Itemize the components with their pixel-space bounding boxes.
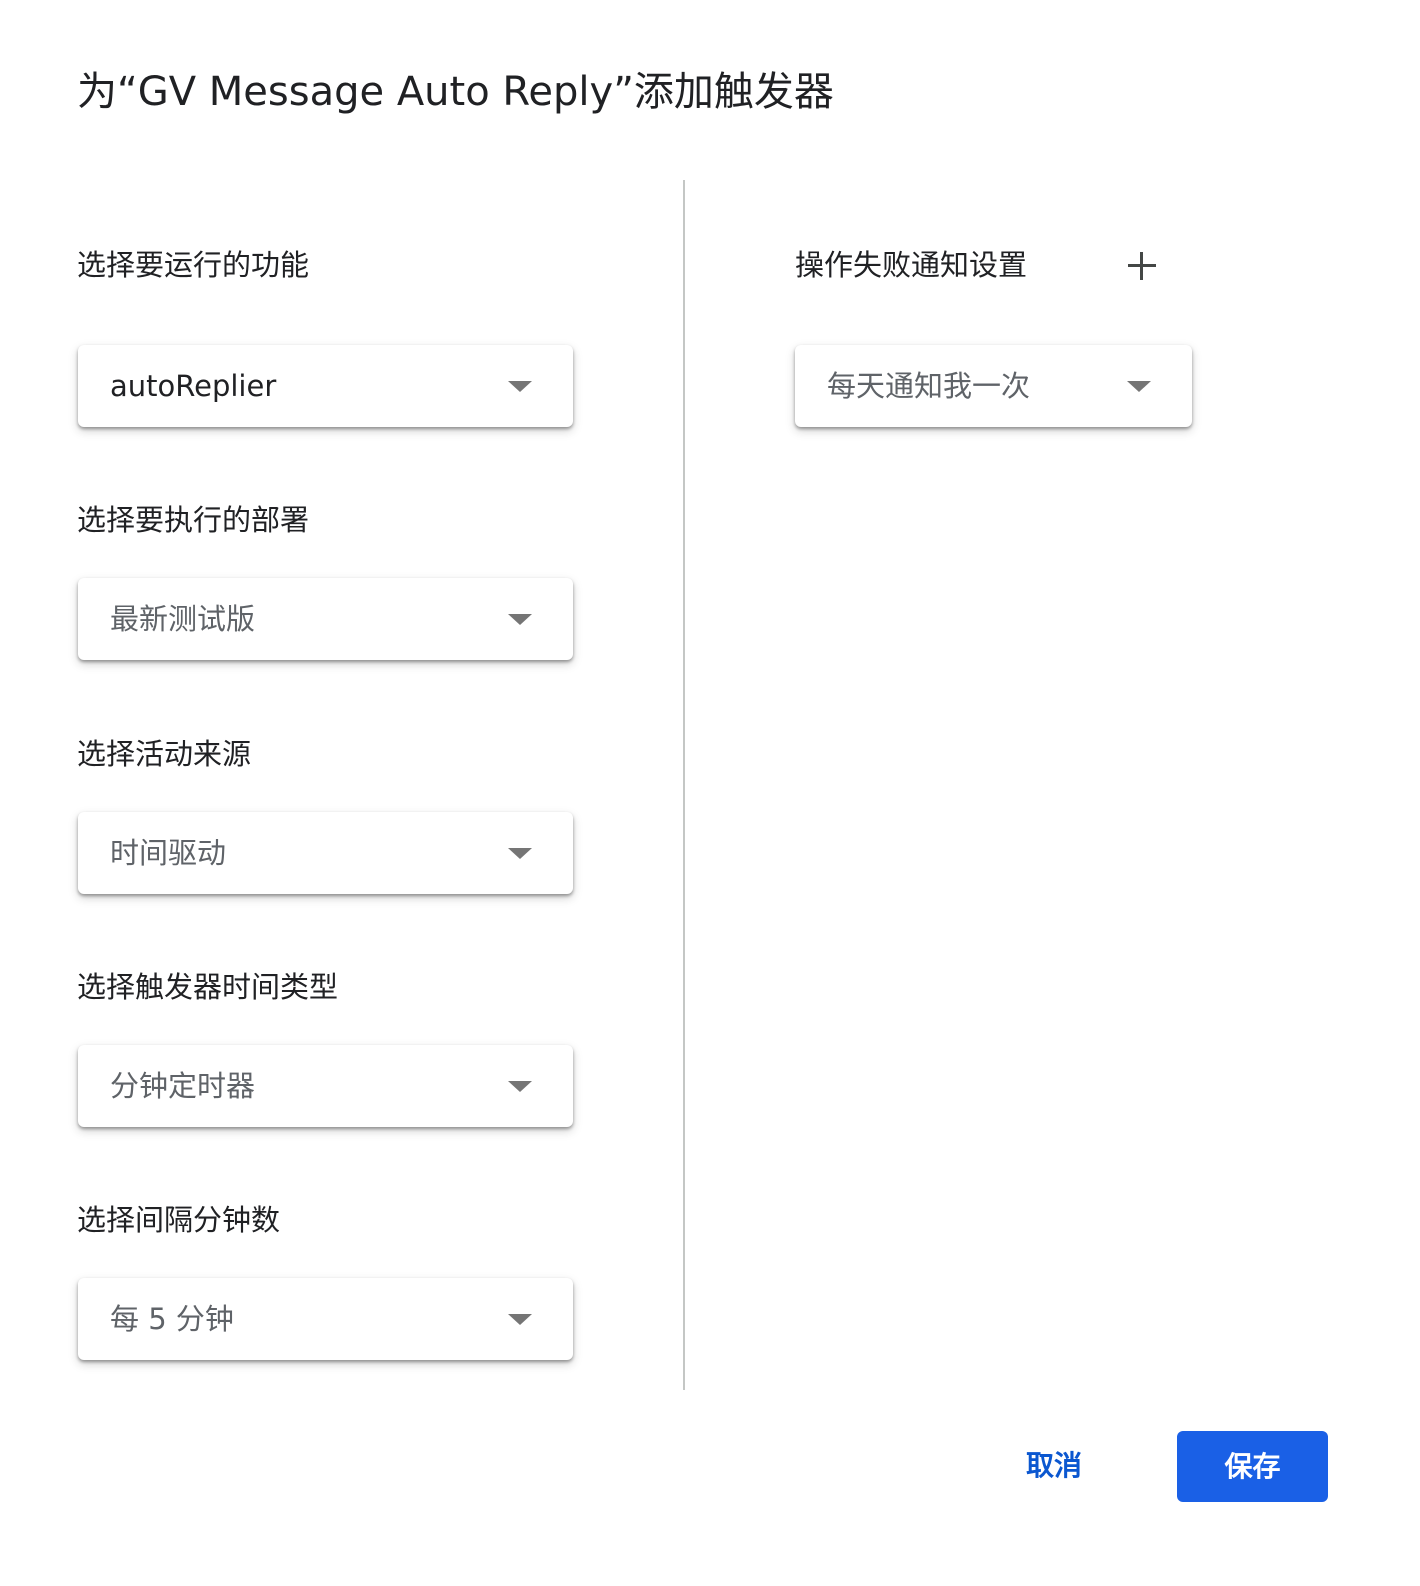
- dropdown-arrow-icon: [508, 614, 532, 625]
- cancel-button[interactable]: 取消: [1005, 1430, 1103, 1502]
- dropdown-arrow-icon: [508, 381, 532, 392]
- dropdown-arrow-icon: [508, 1314, 532, 1325]
- dialog-title: 为“GV Message Auto Reply”添加触发器: [77, 69, 834, 115]
- column-divider: [683, 180, 685, 1390]
- deployment-select-value: 最新测试版: [110, 602, 256, 636]
- event-source-select-value: 时间驱动: [110, 836, 227, 870]
- plus-icon[interactable]: [1124, 248, 1160, 284]
- deployment-select[interactable]: 最新测试版: [78, 578, 573, 660]
- dropdown-arrow-icon: [508, 848, 532, 859]
- failure-notification-select-value: 每天通知我一次: [827, 369, 1031, 403]
- save-button[interactable]: 保存: [1177, 1431, 1328, 1502]
- dropdown-arrow-icon: [1127, 381, 1151, 392]
- dropdown-arrow-icon: [508, 1081, 532, 1092]
- function-select-value: autoReplier: [110, 369, 277, 403]
- interval-label: 选择间隔分钟数: [77, 1203, 281, 1237]
- event-source-select[interactable]: 时间驱动: [78, 812, 573, 894]
- trigger-type-label: 选择触发器时间类型: [77, 970, 339, 1004]
- add-trigger-dialog: 为“GV Message Auto Reply”添加触发器 选择要运行的功能 a…: [0, 0, 1420, 1586]
- deployment-label: 选择要执行的部署: [77, 503, 310, 537]
- trigger-type-select-value: 分钟定时器: [110, 1069, 256, 1103]
- event-source-label: 选择活动来源: [77, 737, 252, 771]
- interval-select-value: 每 5 分钟: [110, 1302, 234, 1336]
- function-label: 选择要运行的功能: [77, 248, 310, 282]
- function-select[interactable]: autoReplier: [78, 345, 573, 427]
- failure-notification-select[interactable]: 每天通知我一次: [795, 345, 1192, 427]
- trigger-type-select[interactable]: 分钟定时器: [78, 1045, 573, 1127]
- interval-select[interactable]: 每 5 分钟: [78, 1278, 573, 1360]
- failure-notification-label: 操作失败通知设置: [795, 248, 1028, 282]
